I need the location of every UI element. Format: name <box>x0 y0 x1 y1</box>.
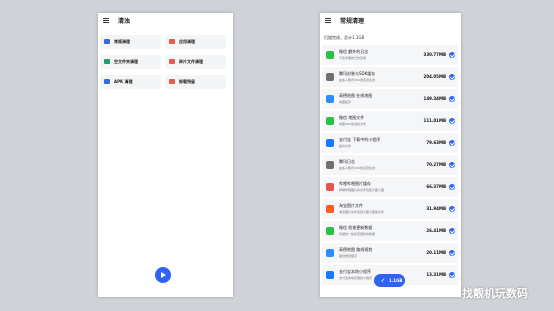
item-desc: 由多人腾讯SDK的应用生成 <box>339 166 376 170</box>
amap-icon <box>326 249 334 257</box>
list-item[interactable]: 微信 检查更新数据 存储的一些检查更新的数据 26.41MB <box>322 221 458 241</box>
checkbox-checked-icon[interactable] <box>449 184 455 190</box>
checkbox-checked-icon[interactable] <box>449 272 455 278</box>
item-size: 70.27MB <box>426 162 446 167</box>
item-size: 111.01MB <box>423 118 446 123</box>
app-title: 清浊 <box>118 18 131 25</box>
list-item[interactable]: 淘宝图片文件 淘宝图片文件包括大图小图等文件 31.94MB <box>322 199 458 219</box>
checkbox-checked-icon[interactable] <box>449 250 455 256</box>
play-icon <box>161 272 166 278</box>
checkbox-checked-icon[interactable] <box>449 96 455 102</box>
main-screen: 清浊 常规清理 应用清理 空文件夹清理 碎片文件清理 APK 清理 卸载残留 <box>98 13 233 297</box>
item-size: 13.31MB <box>426 272 446 277</box>
clean-button-label: 1.1GB <box>389 278 403 283</box>
item-desc: 存储的一些检查更新的数据 <box>339 232 376 236</box>
list-item[interactable]: 高德地图 路线规划 路线规划缓存 20.11MB <box>322 243 458 263</box>
item-name: 腾讯封装与SDK缓存 <box>339 71 376 76</box>
menu-icon[interactable] <box>325 18 331 23</box>
checkbox-checked-icon[interactable] <box>449 52 455 58</box>
item-size: 31.94MB <box>426 206 446 211</box>
item-desc: 路线规划缓存 <box>339 254 358 258</box>
list-item[interactable]: 哔哩哔哩图片缓存 哔哩哔哩图片将文件包括大图小图 66.37MB <box>322 177 458 197</box>
fragment-icon <box>169 59 175 64</box>
card-apk-clean[interactable]: APK 清理 <box>100 75 161 89</box>
alipay-icon <box>326 139 334 147</box>
item-desc: 临时文件 <box>339 144 352 148</box>
item-name: 微信 额外的日志 <box>339 49 369 54</box>
wechat-icon <box>326 51 334 59</box>
watermark: 找靓机玩数码 <box>462 287 528 300</box>
checkbox-checked-icon[interactable] <box>449 162 455 168</box>
folder-icon <box>104 59 110 64</box>
app-bar: 清浊 <box>98 13 233 29</box>
card-label: 常规清理 <box>114 39 130 44</box>
card-empty-folder-clean[interactable]: 空文件夹清理 <box>100 55 161 69</box>
list-item[interactable]: 高德地图 在线地图 地图缓存 149.34MB <box>322 89 458 109</box>
folder-icon <box>326 73 334 81</box>
item-name: 淘宝图片文件 <box>339 203 363 208</box>
clean-button[interactable]: 1.1GB <box>374 274 405 287</box>
card-label: 卸载残留 <box>179 79 195 84</box>
item-size: 66.37MB <box>426 184 446 189</box>
broom-icon <box>381 278 385 282</box>
page-title: 常规清理 <box>340 18 365 25</box>
item-name: 高德地图 在线地图 <box>339 93 373 98</box>
checkbox-checked-icon[interactable] <box>449 74 455 80</box>
taobao-icon <box>326 205 334 213</box>
item-desc: 地图缓存 <box>339 100 352 104</box>
amap-icon <box>326 95 334 103</box>
start-scan-button[interactable] <box>155 267 171 283</box>
card-regular-clean[interactable]: 常规清理 <box>100 35 161 49</box>
card-label: 碎片文件清理 <box>179 59 203 64</box>
item-size: 330.77MB <box>423 52 446 57</box>
checkbox-checked-icon[interactable] <box>449 140 455 146</box>
bilibili-icon <box>326 183 334 191</box>
item-size: 149.34MB <box>423 96 446 101</box>
checkbox-checked-icon[interactable] <box>449 228 455 234</box>
list-item[interactable]: 支付宝 下载中的小程序 临时文件 79.63MB <box>322 133 458 153</box>
list-item[interactable]: 微信 地图文件 地图SDK加载的文件 111.01MB <box>322 111 458 131</box>
wechat-icon <box>326 117 334 125</box>
card-label: 应用清理 <box>179 39 195 44</box>
item-name: 微信 地图文件 <box>339 115 365 120</box>
scan-summary: 扫描完成，总计1.1GB <box>324 35 365 40</box>
checkbox-checked-icon[interactable] <box>449 118 455 124</box>
app-clean-icon <box>169 39 175 44</box>
item-size: 79.63MB <box>426 140 446 145</box>
android-icon <box>104 79 110 84</box>
card-fragment-clean[interactable]: 碎片文件清理 <box>165 55 226 69</box>
card-app-clean[interactable]: 应用清理 <box>165 35 226 49</box>
list-item[interactable]: 腾讯日志 由多人腾讯SDK的应用生成 70.27MB <box>322 155 458 175</box>
list-item[interactable]: 腾讯封装与SDK缓存 由多人腾讯SDK的应用生成 204.05MB <box>322 67 458 87</box>
checkbox-checked-icon[interactable] <box>449 206 455 212</box>
item-desc: 哔哩哔哩图片将文件包括大图小图 <box>339 188 385 192</box>
item-desc: 支付宝本地存储的小程序 <box>339 276 373 280</box>
item-size: 204.05MB <box>423 74 446 79</box>
item-name: 微信 检查更新数据 <box>339 225 373 230</box>
item-name: 腾讯日志 <box>339 159 355 164</box>
wechat-icon <box>326 227 334 235</box>
menu-icon[interactable] <box>103 18 109 23</box>
card-label: 空文件夹清理 <box>114 59 138 64</box>
item-desc: 不含手機的日志目录 <box>339 56 367 60</box>
item-name: 支付宝本地小程序 <box>339 269 371 274</box>
item-name: 哔哩哔哩图片缓存 <box>339 181 371 186</box>
uninstall-icon <box>169 79 175 84</box>
item-desc: 地图SDK加载的文件 <box>339 122 367 126</box>
regular-clean-screen: 常规清理 扫描完成，总计1.1GB 微信 额外的日志 不含手機的日志目录 330… <box>320 13 461 297</box>
item-name: 高德地图 路线规划 <box>339 247 373 252</box>
item-size: 26.41MB <box>426 228 446 233</box>
item-desc: 淘宝图片文件包括大图小图等文件 <box>339 210 385 214</box>
clean-icon <box>104 39 110 44</box>
app-bar: 常规清理 <box>320 13 461 29</box>
card-label: APK 清理 <box>114 79 133 84</box>
list-item[interactable]: 微信 额外的日志 不含手機的日志目录 330.77MB <box>322 45 458 65</box>
folder-icon <box>326 161 334 169</box>
item-size: 20.11MB <box>426 250 446 255</box>
card-uninstall-residue[interactable]: 卸载残留 <box>165 75 226 89</box>
alipay-icon <box>326 271 334 279</box>
item-desc: 由多人腾讯SDK的应用生成 <box>339 78 376 82</box>
item-name: 支付宝 下载中的小程序 <box>339 137 381 142</box>
